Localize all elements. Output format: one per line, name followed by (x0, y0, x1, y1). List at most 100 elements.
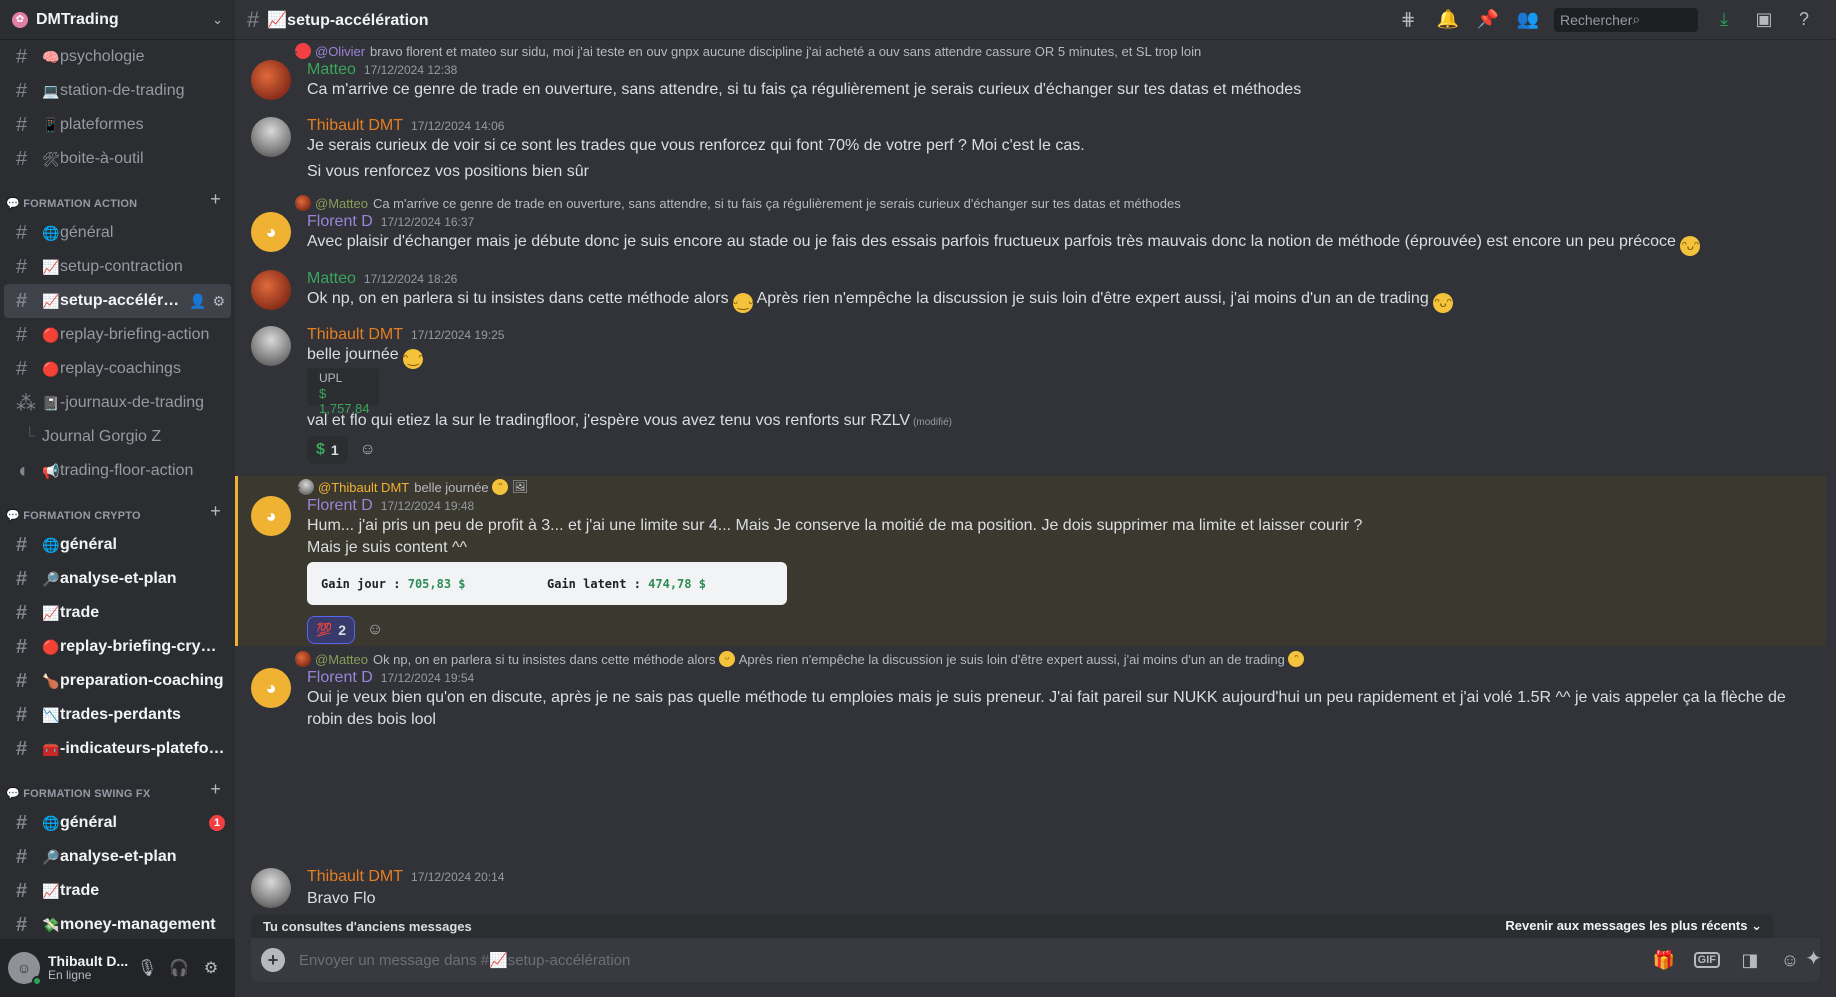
author-name[interactable]: Florent D (307, 497, 373, 515)
channel-header: # 📈setup-accélération ⋕ 🔔 📌 👥 Rechercher… (235, 0, 1836, 40)
download-icon[interactable]: ⤓ (1704, 9, 1744, 30)
chevron-down-icon: ⌄ (1751, 918, 1762, 933)
author-name[interactable]: Matteo (307, 61, 356, 79)
channel-journaux-de-trading[interactable]: ⁂ 📓 -journaux-de-trading (4, 386, 231, 420)
channel-psychologie[interactable]: # 🧠 psychologie (4, 40, 231, 74)
gif-icon[interactable]: GIF (1693, 952, 1720, 968)
upload-plus-icon[interactable]: + (261, 948, 285, 972)
message[interactable]: Matteo 17/12/2024 18:26 Ok np, on en parl… (235, 268, 1826, 320)
member-list-icon[interactable]: 👥 (1508, 9, 1548, 30)
reaction-dollar[interactable]: $1 (307, 436, 348, 464)
add-channel-icon[interactable]: + (210, 189, 221, 210)
channel-preparation-coaching[interactable]: # 🍗 preparation-coaching (4, 664, 231, 698)
message[interactable]: @Olivier bravo florent et mateo sur sidu… (235, 40, 1826, 108)
inbox-icon[interactable]: ▣ (1744, 9, 1784, 30)
user-info[interactable]: Thibault D... En ligne (48, 953, 131, 983)
channel-analyse-et-plan-crypto[interactable]: # 🔎 analyse-et-plan (4, 562, 231, 596)
message-mention-highlighted[interactable]: @Thibault DMT belle journée ᵔ 🖼 ◕ Floren… (235, 476, 1826, 646)
pin-icon[interactable]: 📌 (1468, 9, 1508, 30)
grin-sweat-emoji: ᵔᴗᵔ (1680, 236, 1701, 256)
reply-preview[interactable]: @Olivier bravo florent et mateo sur sidu… (295, 42, 1826, 60)
avatar[interactable] (251, 60, 291, 100)
message[interactable]: Thibault DMT 17/12/2024 20:14 Bravo Flo (235, 866, 1826, 914)
discord-default-avatar[interactable]: ◕ (251, 212, 291, 252)
category-formation-crypto[interactable]: 💬 FORMATION CRYPTO + (0, 498, 231, 528)
avatar[interactable] (251, 326, 291, 366)
channel-general-crypto[interactable]: # 🌐 général (4, 528, 231, 562)
add-reaction-icon[interactable]: ☺ (354, 436, 382, 464)
threads-icon[interactable]: ⋕ (1388, 9, 1428, 30)
add-channel-icon[interactable]: + (210, 501, 221, 522)
add-channel-icon[interactable]: + (210, 779, 221, 800)
hash-icon: # (16, 879, 28, 902)
microphone-icon[interactable]: 🎙 (131, 958, 163, 978)
thread-journal-gorgio-z[interactable]: └ Journal Gorgio Z (4, 420, 231, 454)
avatar[interactable] (251, 117, 291, 157)
channel-setup-acceleration[interactable]: # 📈 setup-accéléra... 👤 ⚙ (4, 284, 231, 318)
help-icon[interactable]: ? (1784, 9, 1824, 30)
channel-general-swing[interactable]: # 🌐 général 1 (4, 806, 231, 840)
reply-preview[interactable]: @Matteo Ok np, on en parlera si tu insis… (295, 650, 1826, 668)
sticker-icon[interactable]: ◨ (1730, 950, 1770, 971)
emoji-picker-icon[interactable]: ☺ (1770, 950, 1810, 971)
apps-icon[interactable]: ✦ (1805, 946, 1822, 971)
channel-indicateurs-plateformes[interactable]: # 🧰 -indicateurs-platefor... (4, 732, 231, 766)
channel-station-de-trading[interactable]: # 💻 station-de-trading (4, 74, 231, 108)
channel-trades-perdants[interactable]: # 📉 trades-perdants (4, 698, 231, 732)
image-icon: 🖼 (511, 479, 529, 494)
author-name[interactable]: Florent D (307, 669, 373, 687)
message[interactable]: Thibault DMT 17/12/2024 14:06 Je serais c… (235, 115, 1826, 180)
notification-bell-icon[interactable]: 🔔 (1428, 9, 1468, 30)
channel-trading-floor-action[interactable]: ◖ 📢 trading-floor-action (4, 454, 231, 488)
channel-analyse-et-plan-swing[interactable]: # 🔎 analyse-et-plan (4, 840, 231, 874)
gain-screenshot[interactable]: Gain jour : 705,83 $ Gain latent : 474,7… (307, 562, 787, 605)
hash-icon: # (16, 79, 28, 102)
message[interactable]: @Matteo Ok np, on en parlera si tu insis… (235, 648, 1826, 736)
channel-boite-a-outil[interactable]: # 🛠 boite-à-outil (4, 142, 231, 176)
jump-to-present-button[interactable]: Revenir aux messages les plus récents ⌄ (1505, 918, 1762, 934)
channel-replay-briefing-action[interactable]: # 🔴 replay-briefing-action (4, 318, 231, 352)
channel-plateformes[interactable]: # 📱 plateformes (4, 108, 231, 142)
reply-preview[interactable]: @Thibault DMT belle journée ᵔ 🖼 (298, 478, 1826, 496)
message-composer: + 🎁 GIF ◨ ☺ (251, 938, 1820, 982)
category-formation-action[interactable]: 💬 FORMATION ACTION + (0, 186, 231, 216)
author-name[interactable]: Thibault DMT (307, 117, 403, 135)
gift-icon[interactable]: 🎁 (1644, 950, 1684, 971)
invite-icon[interactable]: 👤 (189, 293, 206, 310)
channel-money-management[interactable]: # 💸 money-management (4, 908, 231, 939)
avatar[interactable]: ☺ (8, 952, 42, 986)
hash-icon: # (16, 147, 28, 170)
author-name[interactable]: Florent D (307, 213, 373, 231)
gear-icon[interactable]: ⚙ (212, 293, 225, 310)
avatar[interactable] (251, 270, 291, 310)
channel-trade-crypto[interactable]: # 📈 trade (4, 596, 231, 630)
author-name[interactable]: Matteo (307, 270, 356, 288)
channel-replay-coachings[interactable]: # 🔴 replay-coachings (4, 352, 231, 386)
channel-trade-swing[interactable]: # 📈 trade (4, 874, 231, 908)
message[interactable]: Thibault DMT 17/12/2024 19:25 belle journ… (235, 324, 1826, 464)
avatar[interactable] (251, 868, 291, 908)
discord-default-avatar[interactable]: ◕ (251, 496, 291, 536)
slight-smile-emoji: ᵔ‿ᵔ (403, 349, 423, 369)
message-text: belle journée ᵔ‿ᵔ (307, 344, 1796, 369)
hash-icon: # (16, 221, 28, 244)
headphones-icon[interactable]: 🎧 (163, 958, 195, 978)
add-reaction-icon[interactable]: ☺ (361, 616, 389, 644)
message[interactable]: @Matteo Ca m'arrive ce genre de trade en… (235, 192, 1826, 262)
channel-setup-contraction[interactable]: # 📈 setup-contraction (4, 250, 231, 284)
reply-preview[interactable]: @Matteo Ca m'arrive ce genre de trade en… (295, 194, 1826, 212)
settings-gear-icon[interactable]: ⚙ (195, 958, 227, 978)
reaction-100[interactable]: 💯 2 (307, 616, 355, 644)
message-text: Ok np, on en parlera si tu insistes dans… (307, 288, 1796, 313)
message-text: val et flo qui etiez la sur le tradingfl… (307, 412, 952, 429)
category-formation-swing-fx[interactable]: 💬 FORMATION SWING FX + (0, 776, 231, 806)
message-input[interactable] (299, 951, 1644, 969)
channel-replay-briefing-crypto[interactable]: # 🔴 replay-briefing-crypto (4, 630, 231, 664)
timestamp: 17/12/2024 19:48 (380, 499, 475, 513)
search-input[interactable]: Rechercher ⌕ (1554, 7, 1698, 32)
discord-default-avatar[interactable]: ◕ (251, 668, 291, 708)
author-name[interactable]: Thibault DMT (307, 868, 403, 886)
author-name[interactable]: Thibault DMT (307, 326, 403, 344)
server-header[interactable]: ✿ DMTrading ⌄ (0, 0, 235, 40)
channel-general-action[interactable]: # 🌐 général (4, 216, 231, 250)
